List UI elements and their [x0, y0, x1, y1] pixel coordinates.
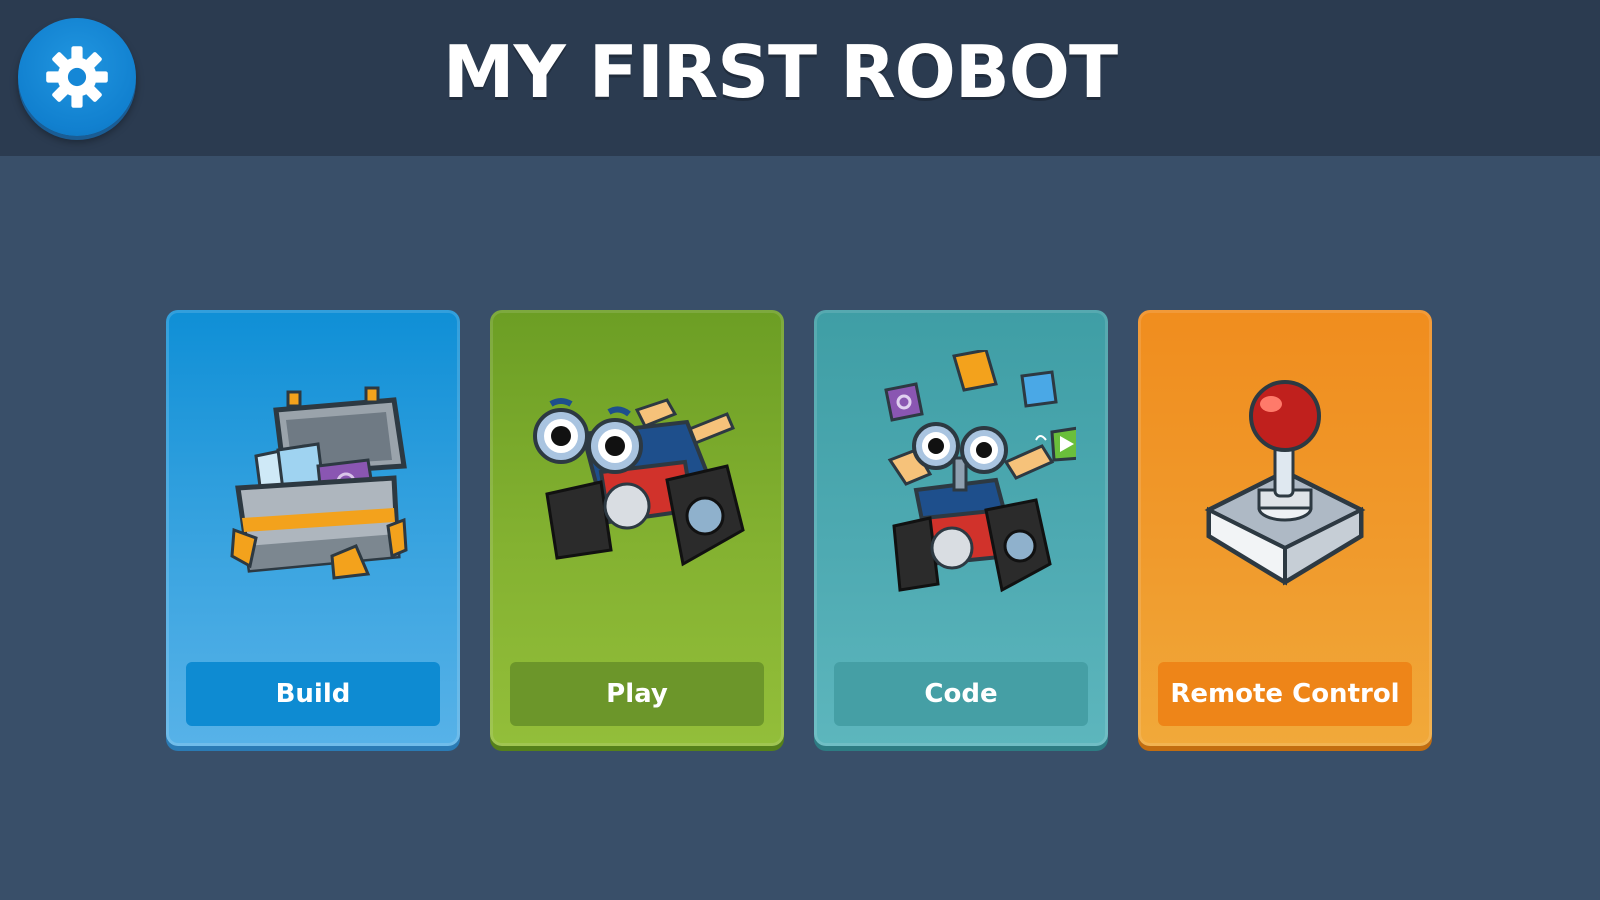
top-bar: MY FIRST ROBOT — [0, 0, 1600, 156]
remote-control-card[interactable]: Remote Control — [1138, 310, 1432, 746]
joystick-icon — [1138, 350, 1432, 610]
build-button[interactable]: Build — [186, 662, 440, 726]
app-title: MY FIRST ROBOT — [442, 30, 1118, 114]
remote-control-button[interactable]: Remote Control — [1158, 662, 1412, 726]
play-button[interactable]: Play — [510, 662, 764, 726]
robot-tank-icon — [490, 350, 784, 610]
code-card[interactable]: Code — [814, 310, 1108, 746]
code-button[interactable]: Code — [834, 662, 1088, 726]
play-card[interactable]: Play — [490, 310, 784, 746]
toolbox-icon — [166, 350, 460, 610]
main-menu: Build Play Code Remote Control — [166, 310, 1432, 746]
build-card[interactable]: Build — [166, 310, 460, 746]
robot-code-icon — [814, 350, 1108, 610]
